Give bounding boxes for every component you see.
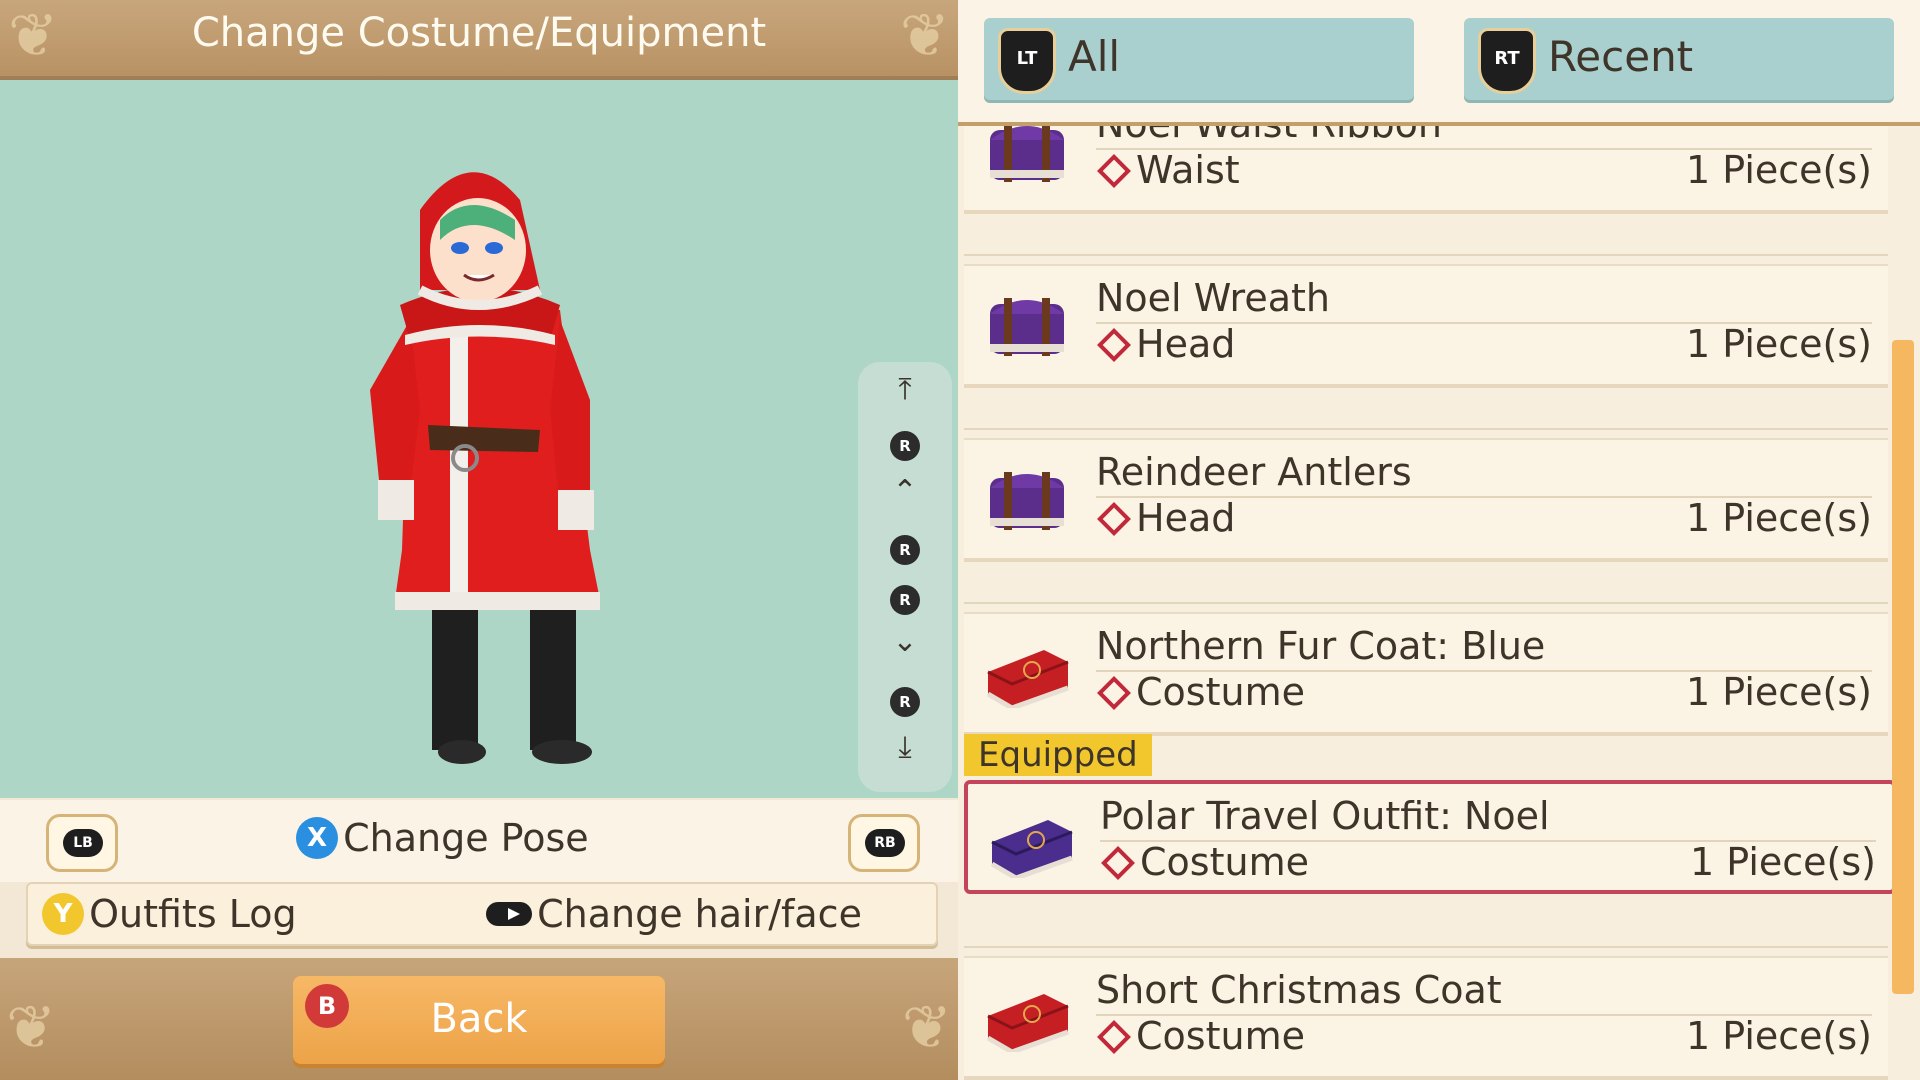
item-name: Noel Waist Ribbon (1096, 126, 1442, 146)
item-quantity: 1 Piece(s) (1686, 148, 1872, 192)
list-item-equipped[interactable]: Polar Travel Outfit: Noel Costume 1 Piec… (964, 780, 1896, 894)
slot-diamond-icon (1101, 845, 1135, 880)
tab-label: Recent (1548, 32, 1694, 81)
change-pose-button[interactable]: X Change Pose (296, 816, 589, 860)
scrollbar[interactable] (1892, 340, 1914, 994)
item-slot: Costume (1100, 840, 1309, 884)
ornament-icon: ❦ (901, 993, 952, 1063)
right-stick-icon (486, 902, 532, 926)
slot-label: Costume (1140, 840, 1309, 884)
slot-label: Head (1136, 322, 1236, 366)
item-name: Noel Wreath (1096, 276, 1330, 320)
outfits-log-label: Outfits Log (89, 892, 297, 936)
item-quantity: 1 Piece(s) (1686, 670, 1872, 714)
divider (964, 254, 1888, 256)
item-slot: Head (1096, 496, 1235, 540)
scroll-top-icon[interactable]: ⤒ (858, 372, 952, 407)
preview-panel: ❦ ❦ Change Costume/Equipment ⤒ R ⌃ R R ⌄… (0, 0, 958, 1080)
rb-button[interactable]: RB (848, 814, 920, 872)
tab-recent[interactable]: RT Recent (1464, 18, 1894, 100)
chest-icon (990, 298, 1064, 356)
slot-label: Head (1136, 496, 1236, 540)
item-slot: Costume (1096, 670, 1305, 714)
item-quantity: 1 Piece(s) (1686, 1014, 1872, 1058)
slot-diamond-icon (1097, 675, 1131, 710)
list-item[interactable]: Northern Fur Coat: Blue Costume 1 Piece(… (964, 612, 1888, 736)
item-name: Northern Fur Coat: Blue (1096, 624, 1546, 668)
back-button[interactable]: B Back (293, 976, 665, 1064)
camera-left-icon[interactable]: R (858, 528, 952, 565)
y-button-icon: Y (42, 893, 84, 935)
page-down-icon[interactable]: ⌄ (858, 624, 952, 659)
title-bar: ❦ ❦ Change Costume/Equipment (0, 0, 958, 80)
lt-button-icon: LT (998, 28, 1056, 94)
item-name: Polar Travel Outfit: Noel (1100, 794, 1550, 838)
list-item[interactable]: Noel Waist Ribbon Waist 1 Piece(s) (964, 126, 1888, 214)
item-quantity: 1 Piece(s) (1690, 840, 1876, 884)
change-hair-face-label: Change hair/face (537, 892, 862, 936)
back-label: Back (430, 996, 528, 1042)
equipped-badge: Equipped (964, 734, 1152, 776)
page-title: Change Costume/Equipment (191, 10, 767, 56)
inventory-panel: LT All RT Recent Noel Waist Ribbon Waist… (958, 0, 1920, 1080)
chest-icon (990, 820, 1073, 878)
character-model (370, 172, 600, 764)
item-slot: Waist (1096, 148, 1240, 192)
lb-button[interactable]: LB (46, 814, 118, 872)
character-viewport[interactable]: ⤒ R ⌃ R R ⌄ R ⤓ (0, 80, 958, 798)
camera-up-icon[interactable]: R (858, 424, 952, 461)
divider (964, 428, 1888, 430)
secondary-controls: Y Outfits Log Change hair/face (26, 882, 938, 946)
item-slot: Head (1096, 322, 1235, 366)
camera-right-icon[interactable]: R (858, 578, 952, 615)
list-item[interactable]: Noel Wreath Head 1 Piece(s) (964, 264, 1888, 388)
chest-icon (990, 126, 1064, 182)
item-slot: Costume (1096, 1014, 1305, 1058)
tab-all[interactable]: LT All (984, 18, 1414, 100)
divider (964, 602, 1888, 604)
slot-diamond-icon (1097, 501, 1131, 536)
x-button-icon: X (296, 817, 338, 859)
list-item[interactable]: Short Christmas Coat Costume 1 Piece(s) (964, 956, 1888, 1080)
camera-down-icon[interactable]: R (858, 680, 952, 717)
pose-controls: LB X Change Pose RB (0, 800, 958, 882)
slot-diamond-icon (1097, 1019, 1131, 1054)
scroll-bottom-icon[interactable]: ⤓ (858, 730, 952, 765)
chest-icon (990, 472, 1064, 530)
item-name: Short Christmas Coat (1096, 968, 1502, 1012)
item-name: Reindeer Antlers (1096, 450, 1412, 494)
slot-label: Waist (1136, 148, 1240, 192)
chest-icon (986, 994, 1069, 1052)
slot-label: Costume (1136, 1014, 1305, 1058)
item-quantity: 1 Piece(s) (1686, 496, 1872, 540)
slot-diamond-icon (1097, 153, 1131, 188)
list-item[interactable]: Reindeer Antlers Head 1 Piece(s) (964, 438, 1888, 562)
item-list: Noel Waist Ribbon Waist 1 Piece(s) Noel … (958, 126, 1920, 1080)
ornament-icon: ❦ (6, 993, 57, 1063)
outfits-log-button[interactable]: Y Outfits Log (42, 892, 297, 936)
slot-label: Costume (1136, 670, 1305, 714)
change-pose-label: Change Pose (343, 816, 589, 860)
camera-control-column: ⤒ R ⌃ R R ⌄ R ⤓ (858, 362, 952, 792)
change-hair-face-button[interactable]: Change hair/face (486, 892, 862, 936)
rt-button-icon: RT (1478, 28, 1536, 94)
chest-icon (986, 650, 1069, 708)
divider (964, 946, 1888, 948)
filter-tabs: LT All RT Recent (958, 0, 1920, 126)
item-quantity: 1 Piece(s) (1686, 322, 1872, 366)
page-up-icon[interactable]: ⌃ (858, 474, 952, 509)
slot-diamond-icon (1097, 327, 1131, 362)
tab-label: All (1068, 32, 1121, 81)
